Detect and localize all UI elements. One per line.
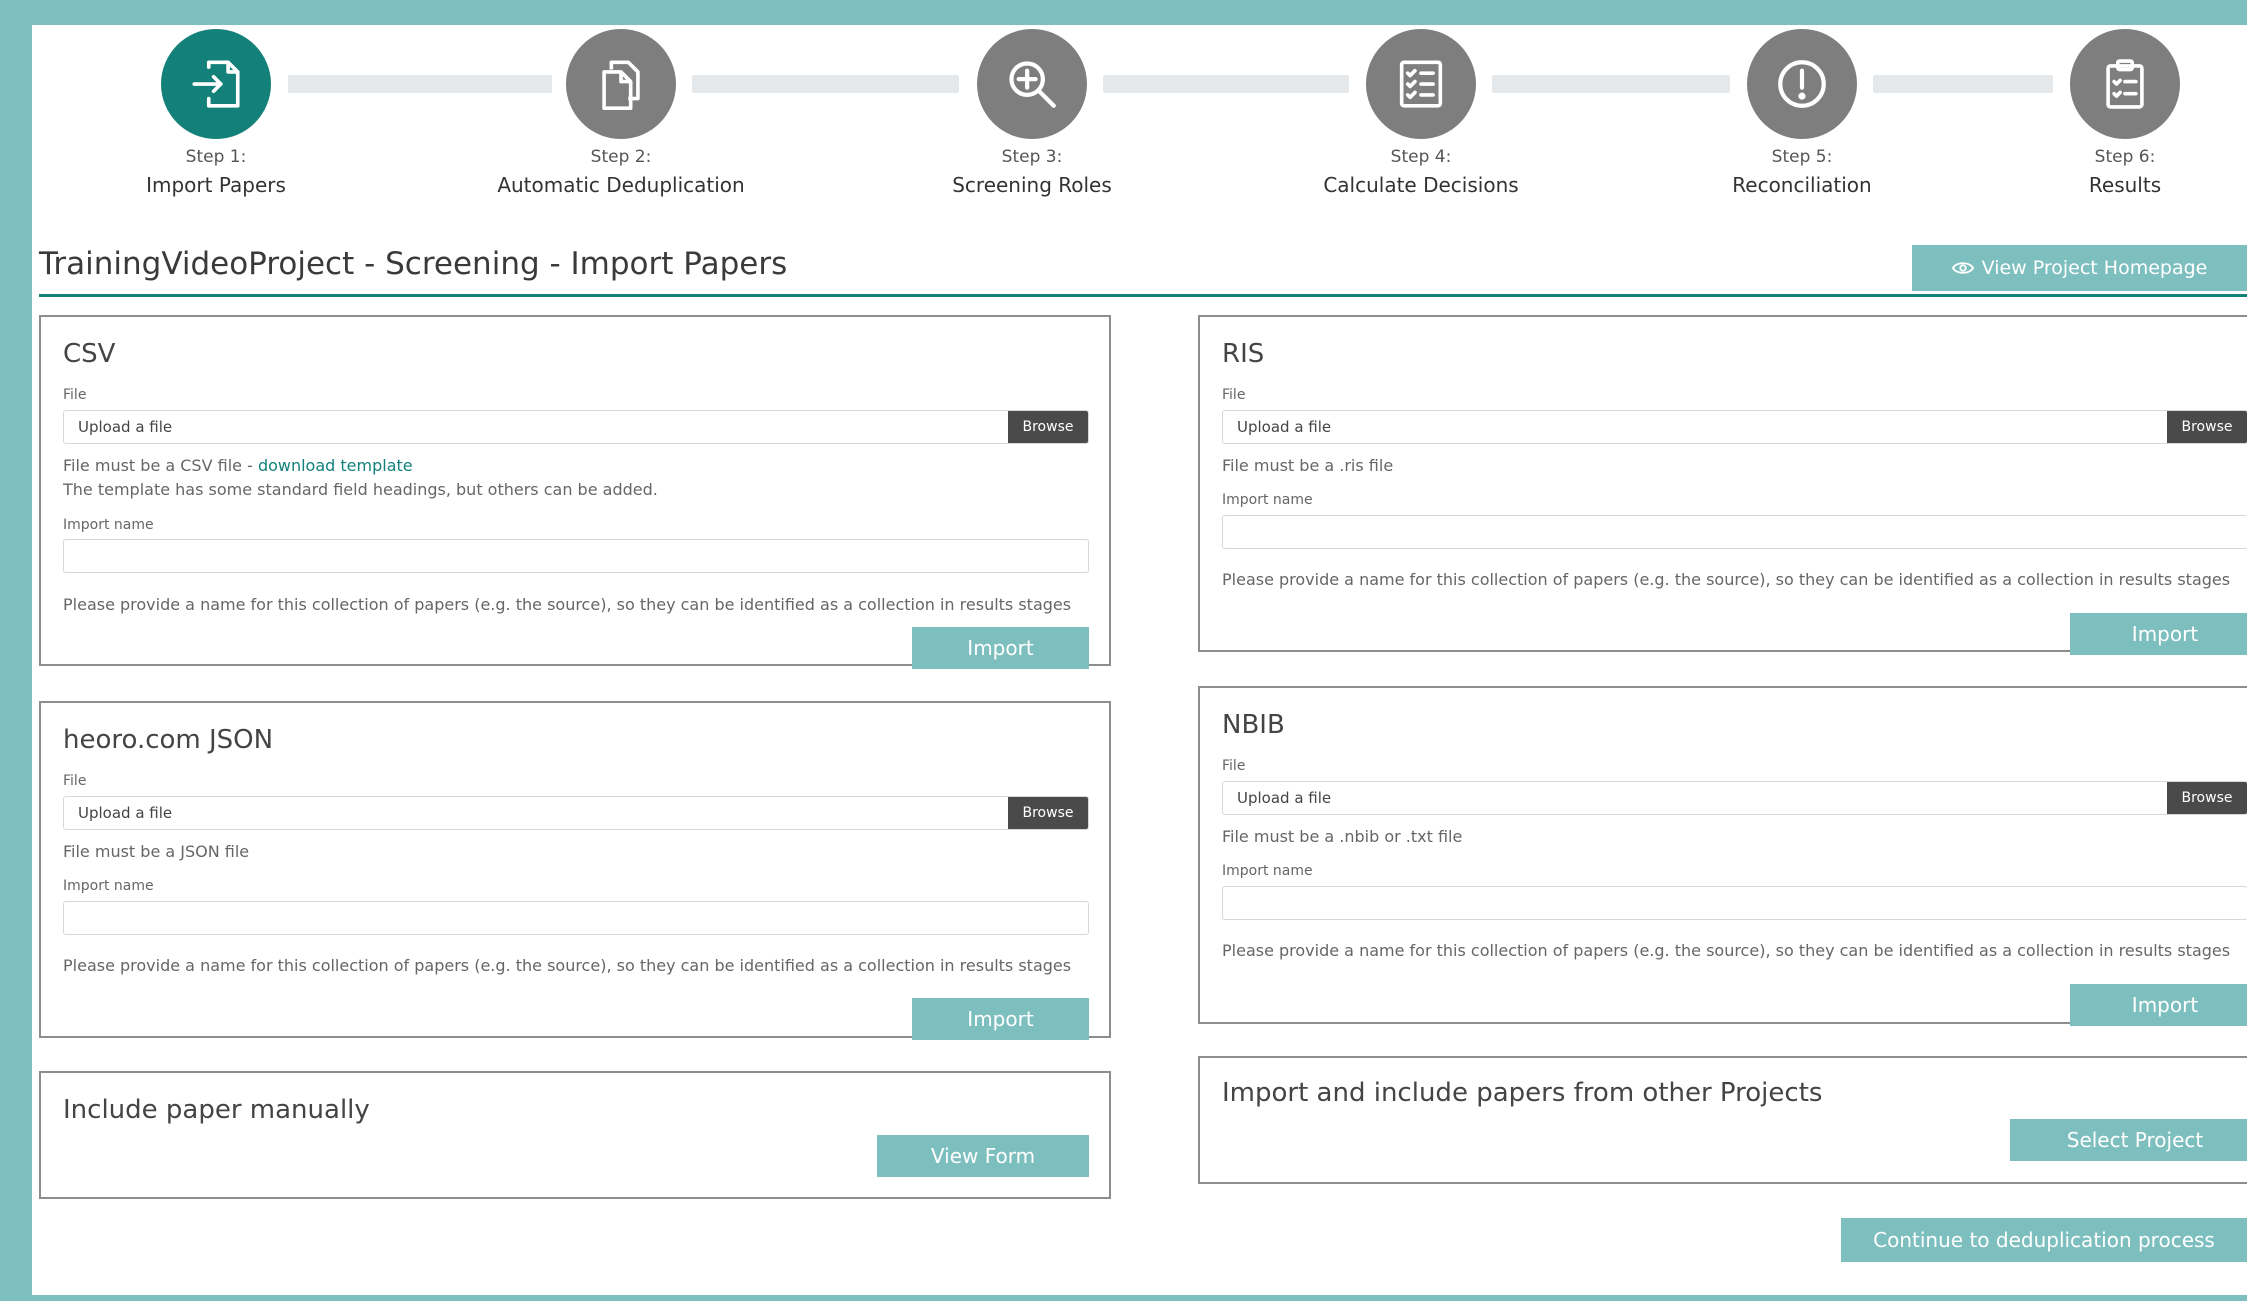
json-import-name-field[interactable]	[63, 901, 1089, 935]
step-number: Step 3:	[1001, 147, 1063, 167]
step-number: Step 1:	[185, 147, 247, 167]
step-number: Step 4:	[1390, 147, 1452, 167]
continue-to-deduplication-button[interactable]: Continue to deduplication process	[1841, 1218, 2247, 1262]
step-calculate-decisions[interactable]: Step 4: Calculate Decisions	[1271, 29, 1571, 197]
card-title: RIS	[1222, 339, 1265, 369]
import-file-icon	[192, 60, 240, 108]
ris-import-button[interactable]: Import	[2070, 613, 2247, 655]
ris-import-name-field[interactable]	[1222, 515, 2247, 549]
import-name-help: Please provide a name for this collectio…	[1222, 570, 2231, 589]
exclamation-circle-icon	[1778, 60, 1826, 108]
upload-placeholder: Upload a file	[1237, 789, 1332, 807]
step-automatic-deduplication[interactable]: Step 2: Automatic Deduplication	[471, 29, 771, 197]
checklist-icon	[1399, 60, 1443, 108]
import-name-help: Please provide a name for this collectio…	[1222, 941, 2231, 960]
file-label: File	[1222, 758, 1246, 774]
step-name: Results	[2088, 173, 2162, 197]
select-project-button[interactable]: Select Project	[2010, 1119, 2247, 1161]
step-circle	[1747, 29, 1857, 139]
import-name-label: Import name	[1222, 863, 1313, 879]
view-form-button[interactable]: View Form	[877, 1135, 1089, 1177]
eye-icon	[1951, 262, 1974, 274]
csv-import-card: CSV File Upload a file Browse File must …	[39, 315, 1111, 669]
progress-stepper: Step 1: Import Papers Step 2: Automatic …	[32, 25, 2247, 205]
nbib-import-card: NBIB File Upload a file Browse File must…	[1198, 686, 2247, 1026]
step-number: Step 2:	[590, 147, 652, 167]
upload-placeholder: Upload a file	[78, 804, 173, 822]
json-import-card: heoro.com JSON File Upload a file Browse…	[39, 701, 1111, 1040]
step-name: Calculate Decisions	[1323, 173, 1519, 197]
csv-import-name-field[interactable]	[63, 539, 1089, 573]
browse-button[interactable]: Browse	[1008, 411, 1088, 443]
nbib-import-name-field[interactable]	[1222, 886, 2247, 920]
file-label: File	[63, 773, 87, 789]
page-title: TrainingVideoProject - Screening - Impor…	[39, 246, 788, 282]
step-reconciliation[interactable]: Step 5: Reconciliation	[1652, 29, 1952, 197]
upload-placeholder: Upload a file	[1237, 418, 1332, 436]
ris-import-card: RIS File Upload a file Browse File must …	[1198, 315, 2247, 655]
ris-file-input[interactable]: Upload a file Browse	[1222, 410, 2247, 444]
file-label: File	[1222, 387, 1246, 403]
file-label: File	[63, 387, 87, 403]
nbib-file-input[interactable]: Upload a file Browse	[1222, 781, 2247, 815]
step-circle	[2070, 29, 2180, 139]
step-circle	[1366, 29, 1476, 139]
csv-template-help: The template has some standard field hea…	[63, 480, 658, 499]
step-number: Step 6:	[2094, 147, 2156, 167]
manual-paper-card: Include paper manually View Form	[39, 1071, 1111, 1199]
card-title: NBIB	[1222, 710, 1285, 740]
step-name: Screening Roles	[952, 173, 1112, 197]
json-import-button[interactable]: Import	[912, 998, 1089, 1040]
nbib-import-button[interactable]: Import	[2070, 984, 2247, 1026]
step-results[interactable]: Step 6: Results	[1975, 29, 2247, 197]
card-title: heoro.com JSON	[63, 725, 274, 755]
browse-button[interactable]: Browse	[1008, 797, 1088, 829]
import-name-help: Please provide a name for this collectio…	[63, 595, 1072, 614]
step-import-papers[interactable]: Step 1: Import Papers	[66, 29, 366, 197]
magnify-plus-icon	[1009, 61, 1056, 108]
ris-file-help: File must be a .ris file	[1222, 456, 1394, 475]
other-projects-card: Import and include papers from other Pro…	[1198, 1056, 2247, 1184]
csv-help-text: File must be a CSV file -	[63, 456, 258, 475]
card-title: Import and include papers from other Pro…	[1222, 1078, 1823, 1108]
json-file-input[interactable]: Upload a file Browse	[63, 796, 1089, 830]
step-circle	[977, 29, 1087, 139]
csv-file-input[interactable]: Upload a file Browse	[63, 410, 1089, 444]
card-title: CSV	[63, 339, 116, 369]
step-name: Import Papers	[146, 173, 286, 197]
step-circle	[161, 29, 271, 139]
json-file-help: File must be a JSON file	[63, 842, 250, 861]
clipboard-check-icon	[2106, 59, 2144, 109]
import-name-label: Import name	[63, 517, 154, 533]
import-name-label: Import name	[1222, 492, 1313, 508]
import-name-label: Import name	[63, 878, 154, 894]
csv-import-button[interactable]: Import	[912, 627, 1089, 669]
import-name-help: Please provide a name for this collectio…	[63, 956, 1072, 975]
title-divider	[39, 294, 2247, 297]
main-frame: Step 1: Import Papers Step 2: Automatic …	[32, 25, 2247, 1295]
browse-button[interactable]: Browse	[2167, 782, 2247, 814]
view-project-homepage-button[interactable]: View Project Homepage	[1912, 245, 2247, 291]
card-title: Include paper manually	[63, 1095, 370, 1125]
step-circle	[566, 29, 676, 139]
browse-button[interactable]: Browse	[2167, 411, 2247, 443]
csv-file-help: File must be a CSV file - download templ…	[63, 456, 413, 475]
step-screening-roles[interactable]: Step 3: Screening Roles	[882, 29, 1182, 197]
upload-placeholder: Upload a file	[78, 418, 173, 436]
nbib-file-help: File must be a .nbib or .txt file	[1222, 827, 1463, 846]
copy-documents-icon	[602, 60, 640, 110]
step-name: Automatic Deduplication	[497, 173, 745, 197]
view-project-homepage-label: View Project Homepage	[1981, 257, 2208, 279]
step-number: Step 5:	[1771, 147, 1833, 167]
step-name: Reconciliation	[1732, 173, 1872, 197]
download-template-link[interactable]: download template	[258, 456, 413, 475]
